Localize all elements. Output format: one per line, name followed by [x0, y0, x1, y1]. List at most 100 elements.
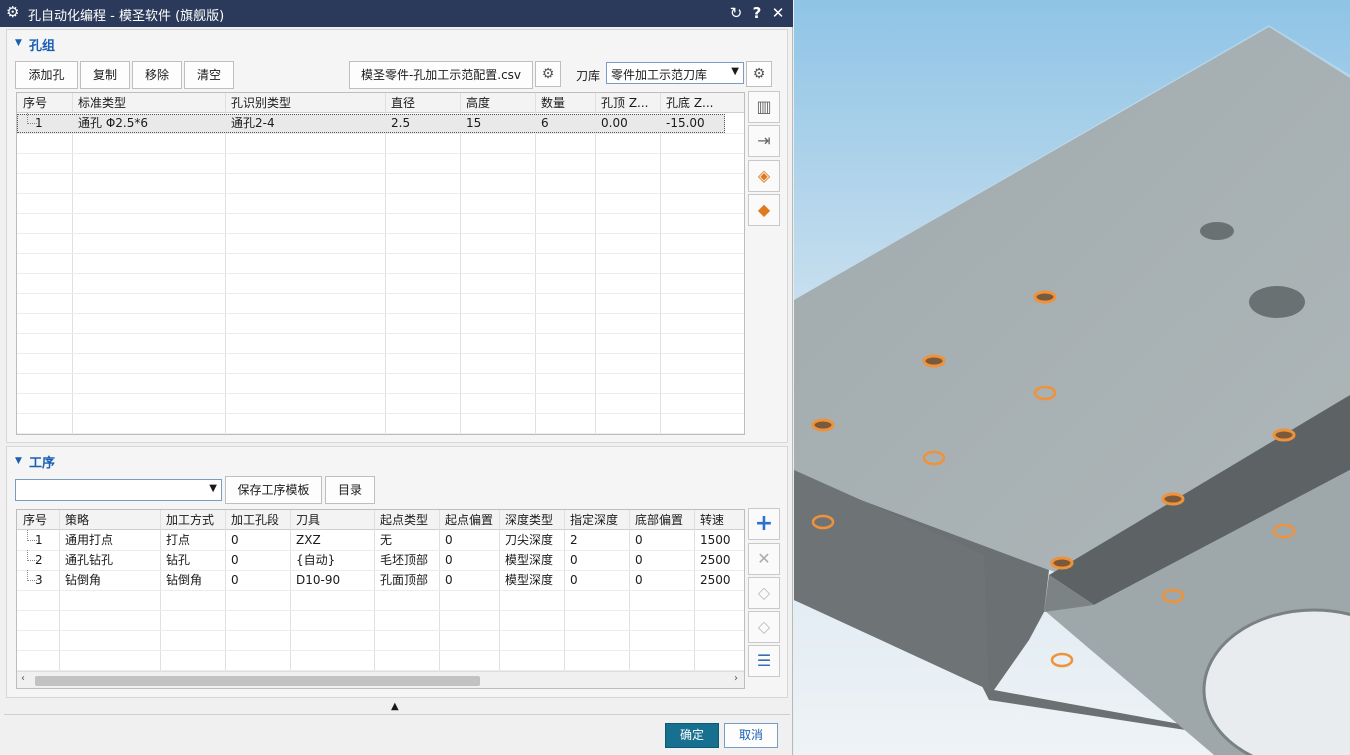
- help-icon[interactable]: ?: [748, 3, 766, 23]
- hole-table[interactable]: 序号 标准类型 孔识别类型 直径 高度 数量 孔顶 Z... 孔底 Z... 1 通孔 Φ2.5*…: [16, 92, 745, 435]
- close-icon[interactable]: ✕: [769, 3, 787, 23]
- hole-column-divider: [460, 93, 461, 433]
- process-cell: 通用打点: [65, 533, 114, 547]
- save-template-button[interactable]: 保存工序模板: [225, 476, 322, 504]
- hole-row-divider: [17, 153, 744, 154]
- scroll-right-icon[interactable]: ›: [734, 673, 738, 684]
- list-view-icon[interactable]: ☰: [748, 645, 780, 677]
- process-column-header[interactable]: 底部偏置: [629, 510, 694, 530]
- 3d-viewport[interactable]: [794, 0, 1350, 755]
- hole-column-divider: [535, 93, 536, 433]
- move-up-icon[interactable]: ◇: [748, 577, 780, 609]
- hole-column-header[interactable]: 直径: [385, 93, 460, 113]
- footer-divider: [4, 714, 790, 715]
- copy-button[interactable]: 复制: [80, 61, 130, 89]
- hole-column-divider: [595, 93, 596, 433]
- cancel-button[interactable]: 取消: [724, 723, 778, 748]
- collapse-caret-icon[interactable]: ▼: [15, 38, 22, 48]
- remove-button[interactable]: 移除: [132, 61, 182, 89]
- hole-medium: [1249, 286, 1305, 318]
- hole-row-divider: [17, 213, 744, 214]
- hole-column-header[interactable]: 序号: [17, 93, 72, 113]
- config-file-button[interactable]: 模圣零件-孔加工示范配置.csv: [349, 61, 533, 89]
- process-column-header[interactable]: 刀具: [290, 510, 374, 530]
- hole-tree-connector: [27, 113, 37, 124]
- hole-column-header[interactable]: 孔底 Z...: [660, 93, 744, 113]
- clear-button[interactable]: 清空: [184, 61, 234, 89]
- collapse-caret-icon[interactable]: ▼: [15, 456, 22, 466]
- hole-row-divider: [17, 313, 744, 314]
- process-cell: 0: [570, 573, 578, 587]
- hole-small: [1200, 222, 1234, 240]
- hole-column-divider: [225, 93, 226, 433]
- hole-row-divider: [17, 233, 744, 234]
- hole-row-divider: [17, 373, 744, 374]
- hole-column-header[interactable]: 高度: [460, 93, 535, 113]
- process-column-header[interactable]: 转速: [694, 510, 744, 530]
- process-cell: 模型深度: [505, 573, 554, 587]
- tool-lib-gear-icon[interactable]: ⚙: [746, 61, 772, 87]
- process-column-header[interactable]: 起点偏置: [439, 510, 499, 530]
- hole-row-divider: [17, 393, 744, 394]
- process-cell: 0: [445, 553, 453, 567]
- delete-process-icon[interactable]: ✕: [748, 543, 780, 575]
- scrollbar-thumb[interactable]: [35, 676, 480, 686]
- process-cell: {自动}: [296, 553, 336, 567]
- tool-lib-value: 零件加工示范刀库: [611, 68, 708, 82]
- process-title: 工序: [29, 456, 56, 471]
- add-process-icon[interactable]: +: [748, 508, 780, 540]
- process-column-header[interactable]: 加工孔段: [225, 510, 290, 530]
- hole-column-header[interactable]: 标准类型: [72, 93, 225, 113]
- catalog-button[interactable]: 目录: [325, 476, 375, 504]
- process-cell: 1500: [700, 533, 731, 547]
- move-down-icon[interactable]: ◇: [748, 611, 780, 643]
- process-column-header[interactable]: 序号: [17, 510, 59, 530]
- hole-cell: -15.00: [666, 116, 705, 130]
- ok-button[interactable]: 确定: [665, 723, 719, 748]
- hole-row-divider: [17, 133, 744, 134]
- process-tree-connector: [27, 530, 37, 541]
- process-cell: 0: [231, 533, 239, 547]
- process-column-header[interactable]: 指定深度: [564, 510, 629, 530]
- hole-cell: 2.5: [391, 116, 411, 130]
- process-tree-connector: [27, 550, 37, 561]
- export-icon[interactable]: ⇥: [748, 125, 780, 157]
- tool-lib-select[interactable]: 零件加工示范刀库 ▼: [606, 62, 744, 84]
- solid-select-icon[interactable]: ◆: [748, 194, 780, 226]
- hole-row-divider: [17, 193, 744, 194]
- hole-cell: 6: [541, 116, 549, 130]
- config-settings-gear-icon[interactable]: ⚙: [535, 61, 561, 87]
- face-select-icon[interactable]: ◈: [748, 160, 780, 192]
- expand-up-icon[interactable]: ▲: [391, 701, 399, 712]
- process-column-header[interactable]: 策略: [59, 510, 160, 530]
- process-cell: 0: [445, 533, 453, 547]
- hole-column-divider: [385, 93, 386, 433]
- process-table[interactable]: 序号 策略 加工方式 加工孔段 刀具 起点类型 起点偏置 深度类型 指定深度 底部偏置 转速 1 通用打…: [16, 509, 745, 689]
- process-column-header[interactable]: 起点类型: [374, 510, 439, 530]
- process-column-header[interactable]: 深度类型: [499, 510, 564, 530]
- hole-column-header[interactable]: 孔识别类型: [225, 93, 385, 113]
- horizontal-scrollbar[interactable]: ‹ ›: [17, 671, 744, 688]
- hole-row-divider: [17, 273, 744, 274]
- hole-row-divider: [17, 413, 744, 414]
- process-cell: 刀尖深度: [505, 533, 554, 547]
- hole-column-header[interactable]: 数量: [535, 93, 595, 113]
- process-row-divider: [17, 610, 744, 611]
- process-cell: 无: [380, 533, 393, 547]
- title-bar: ⚙ 孔自动化编程 - 模圣软件 (旗舰版) ↻ ? ✕: [0, 0, 793, 27]
- process-cell: 孔面顶部: [380, 573, 429, 587]
- tool-lib-label: 刀库: [576, 69, 601, 83]
- scroll-left-icon[interactable]: ‹: [21, 673, 25, 684]
- add-hole-button[interactable]: 添加孔: [15, 61, 78, 89]
- hole-column-divider: [72, 93, 73, 433]
- reset-icon[interactable]: ↻: [727, 3, 745, 23]
- process-cell: 2500: [700, 573, 731, 587]
- window-title: 孔自动化编程 - 模圣软件 (旗舰版): [28, 9, 225, 24]
- hole-column-header[interactable]: 孔顶 Z...: [595, 93, 660, 113]
- process-cell: 0: [635, 533, 643, 547]
- hole-depth-icon[interactable]: ▥: [748, 91, 780, 123]
- settings-gear-icon: ⚙: [6, 3, 20, 21]
- template-select[interactable]: ▼: [15, 479, 222, 501]
- process-column-header[interactable]: 加工方式: [160, 510, 225, 530]
- hole-cell: 通孔2-4: [231, 116, 275, 130]
